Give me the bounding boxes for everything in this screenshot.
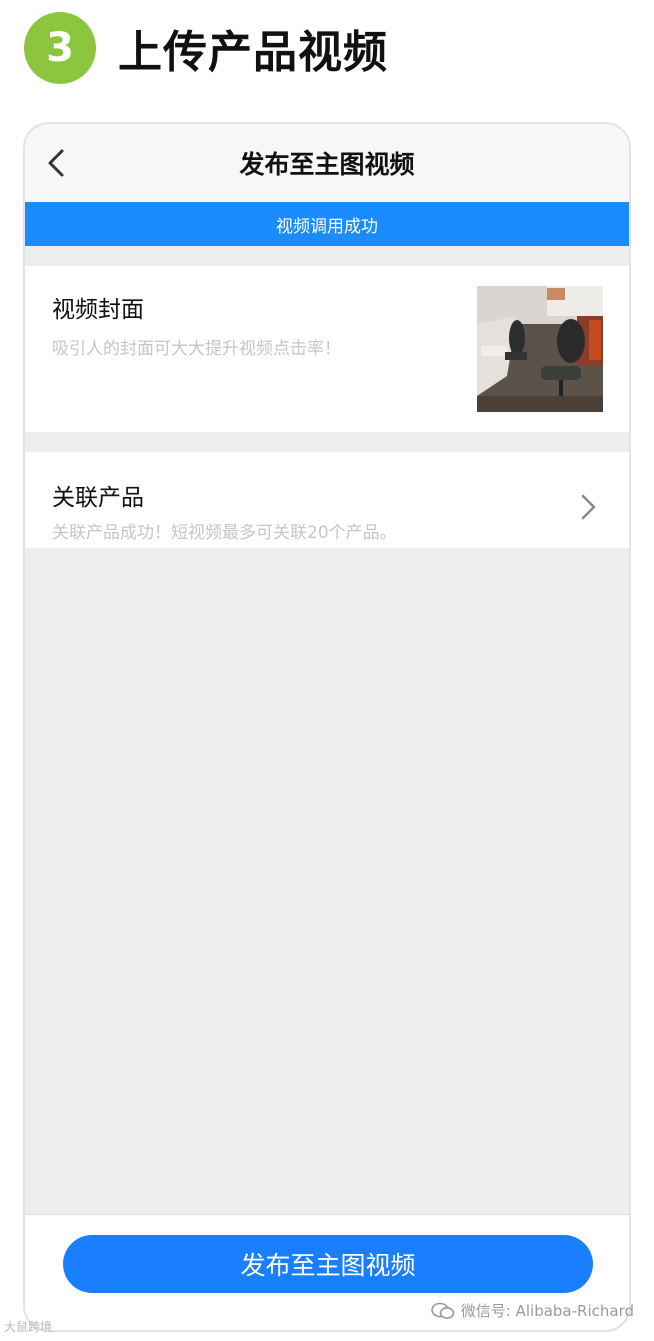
phone-screen: 发布至主图视频 视频调用成功 视频封面 吸引人的封面可大大提升视频点击率！ 关联… [23,122,631,1332]
step-header: 3 上传产品视频 [24,12,388,84]
chevron-right-icon [581,494,596,520]
step-number-badge: 3 [24,12,96,84]
video-cover-title: 视频封面 [52,297,144,323]
page-title: 发布至主图视频 [239,150,415,179]
chevron-left-icon [48,149,64,177]
related-products-row[interactable]: 关联产品 关联产品成功！短视频最多可关联20个产品。 [25,452,629,548]
wechat-watermark: 微信号: Alibaba-Richard [430,1300,634,1321]
nav-bar: 发布至主图视频 [25,124,629,202]
video-cover-thumbnail[interactable] [477,286,603,412]
related-products-status: 关联产品成功！短视频最多可关联20个产品。 [52,523,397,543]
source-watermark: 大鼠跨境 [4,1320,53,1334]
video-cover-hint: 吸引人的封面可大大提升视频点击率！ [52,339,341,359]
wechat-icon [430,1302,455,1319]
wechat-id-text: 微信号: Alibaba-Richard [460,1302,634,1320]
step-title: 上传产品视频 [118,27,388,78]
success-banner: 视频调用成功 [25,202,629,246]
related-products-title: 关联产品 [52,485,144,511]
back-button[interactable] [39,146,73,180]
publish-to-main-video-button[interactable]: 发布至主图视频 [63,1235,593,1293]
video-cover-row: 视频封面 吸引人的封面可大大提升视频点击率！ [25,266,629,432]
office-chair-image [477,286,603,412]
